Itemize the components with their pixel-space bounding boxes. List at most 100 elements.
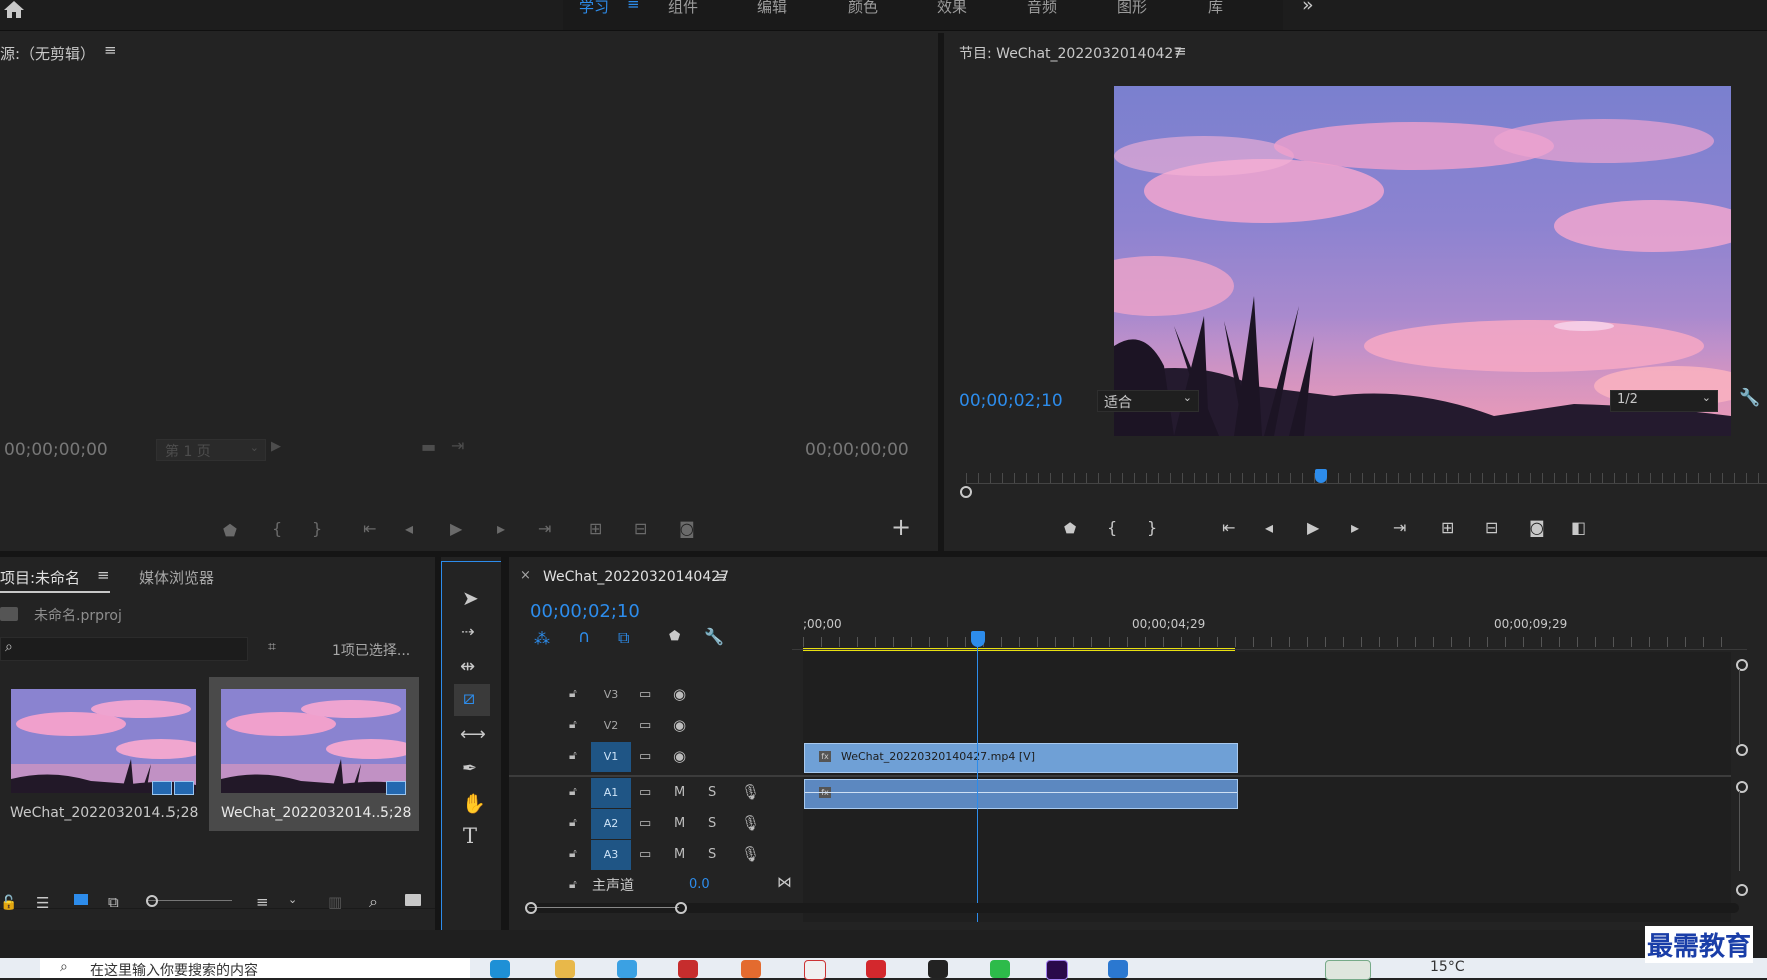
program-panel-menu-icon[interactable]: ≡ bbox=[1174, 42, 1187, 60]
audio-scroll-handle[interactable] bbox=[1736, 884, 1748, 896]
track-label-a3[interactable]: A3 bbox=[591, 840, 631, 870]
panel-divider[interactable] bbox=[501, 557, 509, 930]
track-header-a1[interactable]: 🔓︎ A1 ▭ M S 🎙︎ bbox=[509, 778, 803, 808]
lock-icon[interactable]: 🔓︎ bbox=[569, 686, 577, 701]
insert-icon[interactable]: ⊞ bbox=[589, 519, 602, 538]
track-header-master[interactable]: 🔓︎ 主声道 0.0 ⋈ bbox=[509, 872, 803, 898]
step-forward-icon[interactable]: ▸ bbox=[497, 519, 505, 538]
microphone-icon[interactable]: 🎙︎ bbox=[741, 814, 760, 832]
program-time-ruler[interactable] bbox=[960, 469, 1767, 498]
step-back-icon[interactable]: ◂ bbox=[405, 519, 413, 538]
track-header-v3[interactable]: 🔓︎ V3 ▭ ◉ bbox=[509, 680, 803, 710]
source-timecode-out[interactable]: 00;00;00;00 bbox=[805, 440, 909, 460]
lock-icon[interactable]: 🔓︎ bbox=[569, 784, 577, 799]
pen-tool-icon[interactable]: ✒ bbox=[462, 758, 477, 779]
workspace-tab-learn[interactable]: 学习 bbox=[579, 0, 609, 17]
lock-icon[interactable]: 🔓︎ bbox=[569, 815, 577, 830]
camera-icon[interactable]: ◙ bbox=[679, 519, 695, 538]
timeline-playhead-handle[interactable] bbox=[971, 631, 985, 647]
browser-icon[interactable] bbox=[617, 960, 637, 978]
resolution-select[interactable]: 1/2 ⌄ bbox=[1610, 390, 1718, 412]
weather-temperature[interactable]: 15°C bbox=[1430, 959, 1465, 975]
workspace-menu-icon[interactable]: ≡ bbox=[627, 0, 640, 13]
page-select[interactable]: 第 1 页 ⌄ bbox=[156, 439, 266, 461]
project-panel-menu-icon[interactable]: ≡ bbox=[97, 566, 110, 584]
taskbar-search-box[interactable]: ⌕ 在这里输入你要搜索的内容 bbox=[40, 958, 470, 979]
selection-tool-icon[interactable]: ➤ bbox=[462, 586, 479, 610]
lock-icon[interactable]: 🔓︎ bbox=[569, 748, 577, 763]
mark-in-icon[interactable]: { bbox=[1107, 518, 1117, 537]
step-forward-icon[interactable]: ▸ bbox=[1351, 518, 1359, 537]
video-scrollbar[interactable] bbox=[1739, 669, 1740, 744]
lock-icon[interactable]: 🔓︎ bbox=[569, 846, 577, 861]
go-to-out-icon[interactable]: ⇥ bbox=[538, 519, 551, 538]
zoom-scrollbar-thumb[interactable] bbox=[529, 907, 679, 908]
track-label-v1[interactable]: V1 bbox=[591, 742, 631, 772]
nest-icon[interactable]: ⁂ bbox=[534, 629, 550, 648]
track-label-v2[interactable]: V2 bbox=[591, 711, 631, 741]
video-scroll-handle[interactable] bbox=[1736, 744, 1748, 756]
track-header-a2[interactable]: 🔓︎ A2 ▭ M S 🎙︎ bbox=[509, 809, 803, 839]
microphone-icon[interactable]: 🎙︎ bbox=[741, 845, 760, 863]
program-video-frame[interactable] bbox=[1114, 86, 1731, 436]
workspace-tab-editing[interactable]: 编辑 bbox=[757, 0, 787, 17]
add-marker-icon[interactable]: ⬟ bbox=[223, 521, 237, 540]
video-scroll-handle[interactable] bbox=[1736, 659, 1748, 671]
home-icon[interactable] bbox=[2, 0, 26, 20]
premiere-pro-icon[interactable] bbox=[1046, 960, 1068, 980]
extract-icon[interactable]: ⊟ bbox=[1485, 518, 1498, 537]
collapse-tracks-icon[interactable]: ⋈ bbox=[777, 873, 792, 891]
powerpoint-icon[interactable] bbox=[741, 960, 761, 978]
solo-button[interactable]: S bbox=[708, 816, 716, 831]
track-label-v3[interactable]: V3 bbox=[591, 680, 631, 710]
project-clip-item[interactable]: WeChat_2022032014... 5;28 bbox=[0, 677, 205, 827]
more-workspaces-icon[interactable]: » bbox=[1302, 0, 1314, 16]
close-tab-icon[interactable]: × bbox=[520, 568, 531, 583]
microphone-icon[interactable]: 🎙︎ bbox=[741, 783, 760, 801]
timeline-ruler-ticks[interactable] bbox=[803, 637, 1733, 647]
workspace-tab-graphics[interactable]: 图形 bbox=[1117, 0, 1147, 17]
snap-icon[interactable]: ∩ bbox=[578, 627, 590, 647]
go-to-out-icon[interactable]: ⇥ bbox=[1393, 518, 1406, 537]
eye-icon[interactable]: ◉ bbox=[673, 716, 686, 734]
camera-icon[interactable]: ◙ bbox=[1529, 518, 1545, 537]
wechat-icon[interactable] bbox=[990, 960, 1010, 978]
track-header-v1[interactable]: 🔓︎ V1 ▭ ◉ bbox=[509, 742, 803, 772]
play-icon[interactable]: ▶ bbox=[1307, 518, 1319, 537]
step-back-icon[interactable]: ◂ bbox=[1265, 518, 1273, 537]
find-bin-icon[interactable]: ⌗ bbox=[268, 639, 276, 655]
zoom-slider-handle[interactable] bbox=[146, 895, 158, 907]
sort-icon[interactable]: ≡ bbox=[256, 893, 269, 911]
track-header-v2[interactable]: 🔓︎ V2 ▭ ◉ bbox=[509, 711, 803, 741]
acrobat-icon[interactable] bbox=[678, 960, 698, 978]
toggle-sync-icon[interactable]: ▭ bbox=[639, 847, 651, 862]
workspace-tab-libraries[interactable]: 库 bbox=[1208, 0, 1223, 17]
play-icon[interactable]: ▶ bbox=[450, 519, 462, 538]
mail-icon[interactable] bbox=[1108, 960, 1128, 978]
timeline-timecode[interactable]: 00;00;02;10 bbox=[530, 601, 640, 622]
zoom-slider[interactable] bbox=[148, 900, 232, 901]
track-header-a3[interactable]: 🔓︎ A3 ▭ M S 🎙︎ bbox=[509, 840, 803, 870]
workspace-tab-audio[interactable]: 音频 bbox=[1027, 0, 1057, 17]
workspace-tab-color[interactable]: 颜色 bbox=[848, 0, 878, 17]
automate-icon[interactable]: ▥ bbox=[328, 893, 342, 911]
lock-icon[interactable]: 🔓 bbox=[0, 895, 17, 911]
new-bin-icon[interactable] bbox=[405, 894, 421, 906]
zoom-handle-right[interactable] bbox=[675, 902, 687, 914]
mark-in-icon[interactable]: { bbox=[272, 519, 282, 538]
solo-button[interactable]: S bbox=[708, 847, 716, 862]
eye-icon[interactable]: ◉ bbox=[673, 747, 686, 765]
audio-scrollbar[interactable] bbox=[1739, 791, 1740, 871]
toggle-sync-icon[interactable]: ▭ bbox=[639, 816, 651, 831]
hand-tool-icon[interactable]: ✋ bbox=[462, 792, 486, 815]
workspace-tab-effects[interactable]: 效果 bbox=[937, 0, 967, 17]
toggle-sync-icon[interactable]: ▭ bbox=[639, 687, 651, 702]
track-select-tool-icon[interactable]: ⇢ bbox=[461, 622, 474, 641]
source-panel-menu-icon[interactable]: ≡ bbox=[104, 41, 117, 59]
audio-clip[interactable]: fx bbox=[804, 779, 1238, 809]
find-icon[interactable]: ⌕ bbox=[369, 892, 378, 912]
go-to-in-icon[interactable]: ⇤ bbox=[363, 519, 376, 538]
timeline-zoom-scrollbar[interactable] bbox=[529, 903, 1739, 913]
add-marker-icon[interactable]: ⬟ bbox=[669, 629, 680, 644]
icon-view-icon[interactable] bbox=[74, 894, 88, 905]
